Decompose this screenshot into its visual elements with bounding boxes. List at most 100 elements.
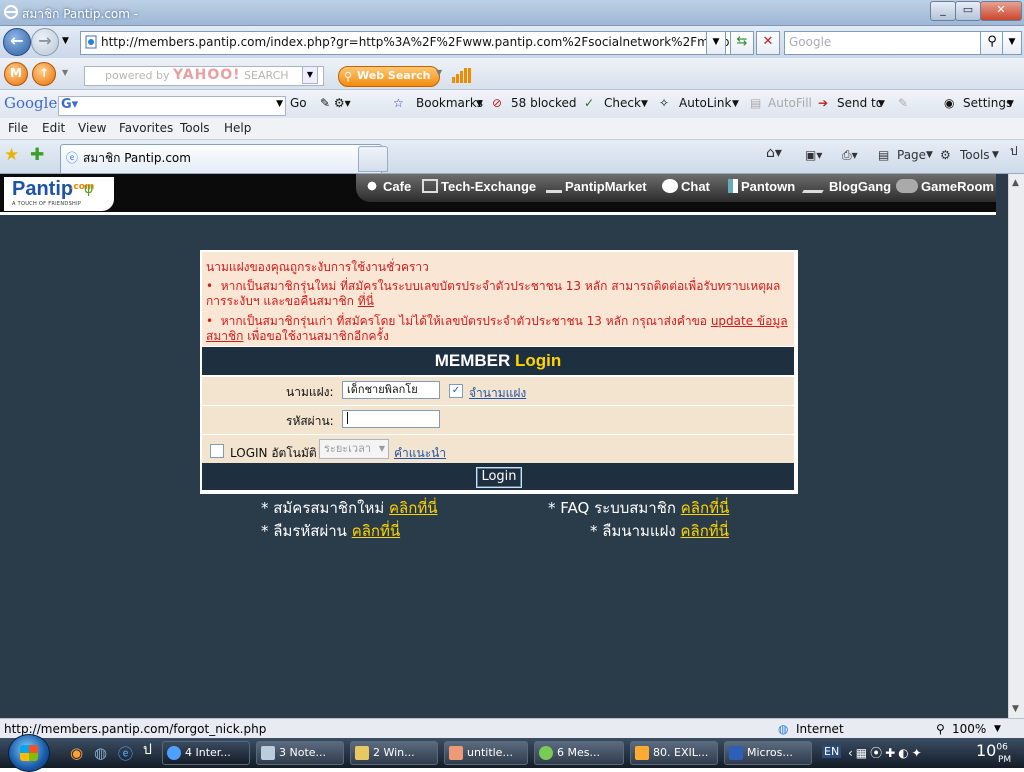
settings-dropdown-icon[interactable]: ▼ [1007, 99, 1014, 109]
bookmarks-button[interactable]: Bookmarks [416, 96, 483, 110]
send-to-dropdown-icon[interactable]: ▼ [878, 99, 885, 109]
zoom-dropdown-icon[interactable]: ▼ [994, 724, 1001, 734]
home-icon[interactable]: ⌂▾ [766, 145, 782, 161]
update-info-link[interactable]: update ข้อมูล [711, 314, 788, 328]
tools-dropdown-icon[interactable]: ▼ [992, 150, 999, 160]
favorites-star-icon[interactable]: ★ [4, 145, 19, 165]
check-button[interactable]: Check [604, 96, 641, 110]
address-dropdown-button[interactable]: ▼ [706, 31, 726, 55]
forgot-nickname-link[interactable]: คลิกที่นี่ [680, 522, 728, 540]
autolink-dropdown-icon[interactable]: ▼ [732, 99, 739, 109]
minimize-button[interactable]: _ [930, 1, 956, 21]
new-tab-button[interactable] [358, 146, 388, 172]
menu-favorites[interactable]: Favorites [119, 121, 173, 135]
nav-pantipmarket[interactable]: PantipMarket [546, 179, 647, 194]
history-dropdown-icon[interactable]: ▼ [62, 36, 69, 46]
nav-tech-exchange[interactable]: Tech-Exchange [422, 179, 536, 194]
login-button[interactable]: Login [476, 467, 522, 488]
google-search-input[interactable]: G▾ ▼ [58, 96, 286, 116]
nav-gameroom[interactable]: GameRoom [896, 179, 994, 194]
stop-button[interactable]: ✕ [756, 31, 780, 55]
search-icon[interactable]: ⚲ [980, 31, 1004, 55]
taskbar-item-messenger[interactable]: 6 Mes... [534, 741, 624, 765]
remember-nickname-checkbox[interactable]: ✓ [449, 384, 463, 398]
back-button[interactable]: ← [3, 28, 31, 56]
password-input[interactable] [342, 410, 440, 428]
send-to-button[interactable]: Send to [837, 96, 883, 110]
language-indicator[interactable]: EN [822, 745, 842, 758]
taskbar-item-notepad[interactable]: 3 Note... [256, 741, 344, 765]
dropdown-icon[interactable]: ▼ [62, 68, 68, 77]
advice-link[interactable]: คำแนะนำ [394, 444, 446, 463]
update-member-link[interactable]: สมาชิก [206, 329, 243, 343]
window-title-bar[interactable]: สมาชิก Pantip.com - _ ▭ ✕ [0, 0, 1024, 26]
register-link[interactable]: คลิกที่นี่ [389, 499, 437, 517]
quicklaunch-firefox-icon[interactable]: ◉ [70, 744, 83, 762]
settings-button[interactable]: Settings [963, 96, 1012, 110]
faq-link[interactable]: คลิกที่นี่ [681, 499, 729, 517]
go-button[interactable]: Go [290, 96, 307, 110]
refresh-button[interactable]: ⇆ [730, 31, 754, 55]
pencil-icon[interactable]: ✎ [898, 96, 908, 110]
tab-pantip[interactable]: ⓔ สมาชิก Pantip.com [60, 144, 382, 173]
yahoo-up-icon[interactable]: ↑ [32, 62, 56, 86]
yahoo-search-dropdown[interactable]: ▼ [302, 66, 318, 84]
menu-edit[interactable]: Edit [42, 121, 65, 135]
check-dropdown-icon[interactable]: ▼ [641, 99, 648, 109]
quicklaunch-app-icon[interactable]: ◍ [94, 744, 107, 762]
nickname-input[interactable]: เด็กชายพิลกโย [342, 381, 440, 399]
yahoo-search-input[interactable]: powered by YAHOO! SEARCH [84, 66, 324, 86]
menu-view[interactable]: View [78, 121, 106, 135]
bookmarks-dropdown-icon[interactable]: ▼ [476, 99, 483, 109]
menu-help[interactable]: Help [224, 121, 251, 135]
google-search-dropdown[interactable]: ▼ [276, 99, 283, 109]
nav-cafe[interactable]: Cafe [364, 179, 411, 194]
add-favorite-icon[interactable]: ✚ [30, 145, 44, 165]
close-button[interactable]: ✕ [980, 1, 1022, 21]
address-input[interactable]: http://members.pantip.com/index.php?gr=h… [80, 31, 746, 55]
signal-bars-icon[interactable] [452, 68, 472, 83]
messenger-icon[interactable]: M [4, 62, 28, 86]
auto-login-duration-select[interactable]: ระยะเวลา ▼ [319, 439, 389, 459]
page-dropdown-icon[interactable]: ▼ [926, 150, 933, 160]
web-search-dropdown[interactable]: ▼ [436, 68, 442, 77]
taskbar-item-explorer[interactable]: 2 Win... [350, 741, 438, 765]
page-menu[interactable]: Page [897, 148, 926, 162]
contact-here-link[interactable]: ที่นี่ [358, 294, 374, 308]
search-options-icon[interactable]: ▼ [1002, 31, 1022, 55]
web-search-button[interactable]: ⚲ Web Search [338, 66, 440, 87]
menu-tools[interactable]: Tools [180, 121, 210, 135]
taskbar-item-media[interactable]: 80. EXIL... [630, 741, 718, 765]
bookmark-star-tools-icon[interactable]: ✎ ⚙▾ [320, 96, 351, 110]
tray-icons[interactable]: ‹▦⦿✚◐✦ [848, 744, 925, 761]
popup-blocked-count[interactable]: 58 blocked [511, 96, 577, 110]
quicklaunch-overflow[interactable]: ป [143, 739, 152, 761]
quicklaunch-ie-icon[interactable]: ⓔ [118, 743, 133, 764]
clock[interactable]: 1006 PM [976, 741, 1011, 765]
autofill-button[interactable]: AutoFill [768, 96, 812, 110]
scroll-up-icon[interactable]: ▲ [1012, 178, 1019, 188]
start-button[interactable] [8, 734, 50, 772]
taskbar-item-paint[interactable]: untitle... [444, 741, 528, 765]
autolink-button[interactable]: AutoLink [679, 96, 731, 110]
search-input[interactable]: Google [784, 31, 984, 55]
taskbar-item-word[interactable]: Micros... [724, 741, 812, 765]
zoom-level[interactable]: 100% [952, 722, 986, 736]
print-icon[interactable]: ⎙▾ [842, 148, 858, 163]
tools-menu[interactable]: Tools [960, 148, 990, 162]
vertical-scrollbar[interactable]: ▲ ▼ [1008, 174, 1024, 718]
nav-pantown[interactable]: Pantown [728, 179, 795, 194]
nav-bloggang[interactable]: BlogGang [801, 179, 891, 194]
pantip-logo[interactable]: Pantip .com ψ A TOUCH OF FRIENDSHIP [4, 177, 114, 211]
auto-login-checkbox[interactable] [210, 444, 224, 458]
forward-button[interactable]: → [31, 28, 59, 56]
remember-nickname-link[interactable]: จำนามแฝง [469, 384, 526, 403]
nav-chat[interactable]: Chat [662, 179, 710, 194]
scroll-down-icon[interactable]: ▼ [1012, 704, 1019, 714]
forgot-password-link[interactable]: คลิกที่นี่ [352, 522, 400, 540]
menu-file[interactable]: File [8, 121, 28, 135]
feeds-icon[interactable]: ▣▾ [805, 148, 822, 162]
maximize-button[interactable]: ▭ [955, 1, 981, 21]
taskbar-item-ie[interactable]: 4 Inter... [162, 741, 250, 765]
commands-overflow[interactable]: ป [1010, 142, 1018, 161]
